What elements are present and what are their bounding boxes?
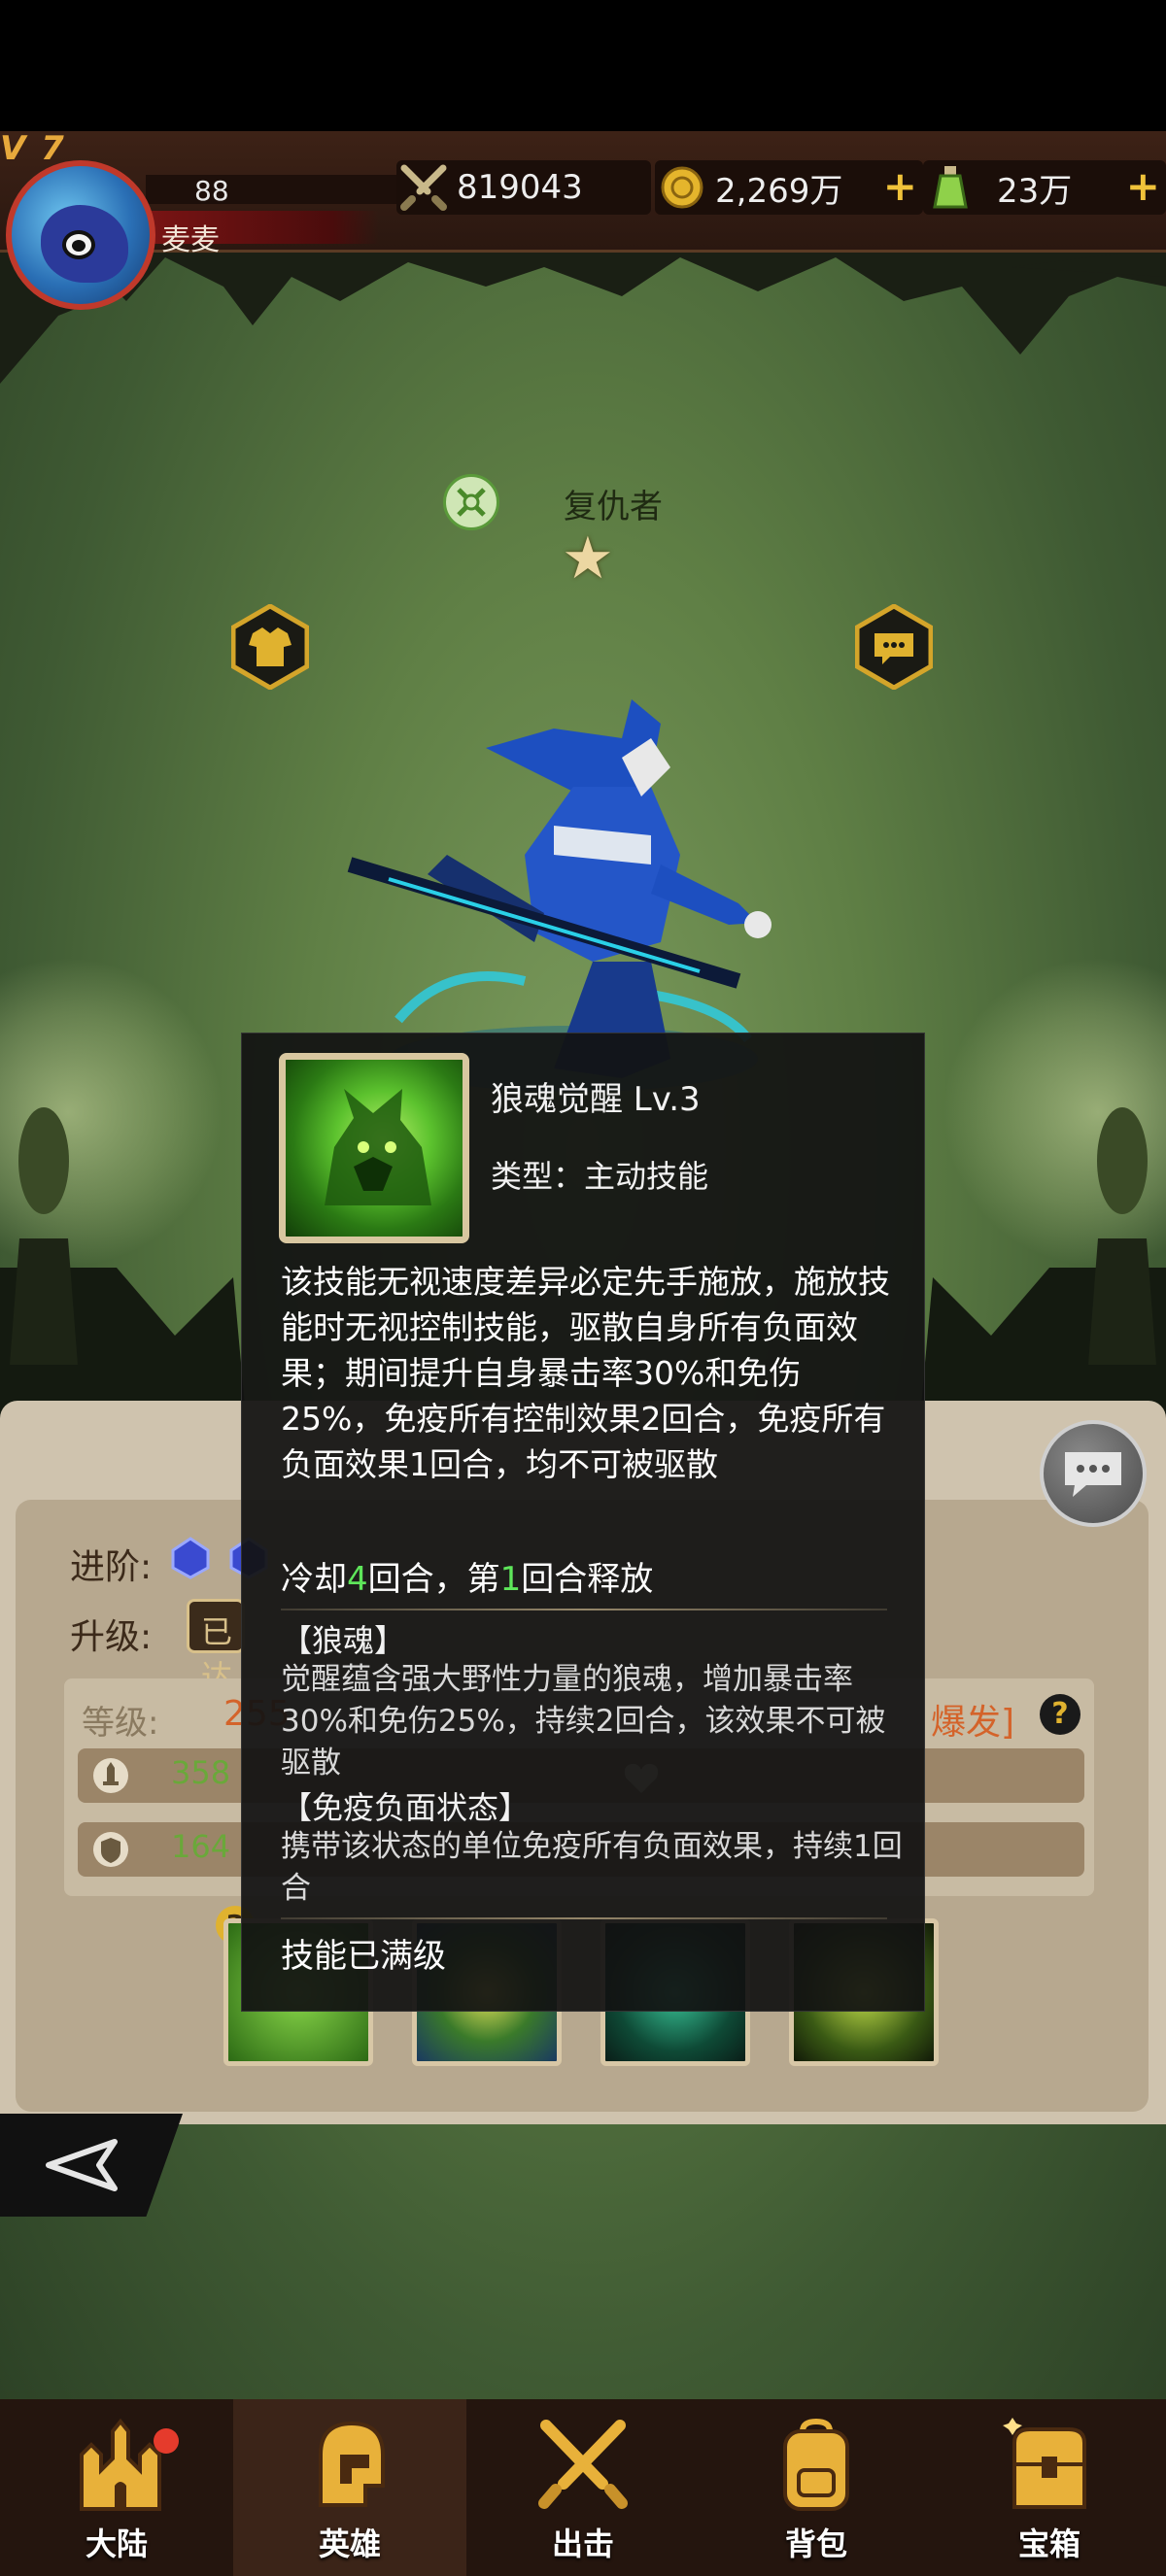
nav-item-battle[interactable]: 出击 bbox=[466, 2399, 700, 2576]
level-strip bbox=[146, 175, 398, 204]
divider bbox=[281, 1917, 887, 1919]
nav-item-continent[interactable]: 大陆 bbox=[0, 2399, 233, 2576]
vip-level: V 7 bbox=[0, 129, 66, 168]
power-display: 819043 bbox=[396, 160, 651, 215]
player-avatar[interactable] bbox=[6, 160, 155, 310]
nav-item-backpack[interactable]: 背包 bbox=[700, 2399, 933, 2576]
nav-label: 背包 bbox=[784, 2525, 847, 2562]
helmet-icon bbox=[296, 2411, 403, 2518]
effect-name: 【免疫负面状态】 bbox=[281, 1789, 531, 1826]
chat-button[interactable] bbox=[1040, 1420, 1147, 1527]
add-gold-button[interactable]: + bbox=[883, 164, 917, 209]
gold-coin-icon bbox=[655, 160, 709, 215]
back-arrow-icon bbox=[46, 2139, 118, 2191]
wolf-head-icon bbox=[286, 1060, 463, 1237]
crossed-swords-icon bbox=[396, 160, 451, 215]
upgrade-button[interactable]: 已达 bbox=[187, 1599, 245, 1695]
nav-label: 英雄 bbox=[318, 2525, 381, 2562]
add-potion-button[interactable]: + bbox=[1126, 164, 1160, 209]
advance-label: 进阶: bbox=[70, 1547, 153, 1587]
dialogue-button[interactable] bbox=[854, 603, 934, 691]
effect-name: 【狼魂】 bbox=[281, 1622, 406, 1659]
shield-icon bbox=[91, 1830, 130, 1869]
castle-icon bbox=[63, 2411, 170, 2518]
release-turn: 1 bbox=[499, 1560, 522, 1599]
cooldown-mid: 回合，第 bbox=[367, 1560, 500, 1599]
skill-tag: 爆发] bbox=[931, 1703, 1015, 1743]
skill-description: 该技能无视速度差异必定先手施放，施放技能时无视控制技能，驱散自身所有负面效果；期… bbox=[281, 1263, 890, 1483]
hero-class-name: 复仇者 bbox=[564, 488, 663, 526]
notification-dot bbox=[154, 2428, 179, 2454]
gold-value: 2,269万 bbox=[715, 171, 843, 211]
potion-value: 23万 bbox=[997, 171, 1073, 211]
cooldown-turns: 4 bbox=[347, 1560, 368, 1599]
upgrade-label: 升级: bbox=[70, 1617, 153, 1657]
potion-display: 23万 + bbox=[923, 160, 1166, 215]
star-icon: ★ bbox=[562, 525, 614, 593]
avatar-eye bbox=[62, 230, 95, 259]
bottom-nav: 大陆 英雄 出击 背包 宝箱 bbox=[0, 2399, 1166, 2576]
nav-label: 出击 bbox=[551, 2525, 614, 2562]
skill-type: 类型：主动技能 bbox=[491, 1158, 709, 1195]
help-icon[interactable]: ? bbox=[1040, 1694, 1080, 1735]
level-label: 等级: bbox=[82, 1704, 159, 1743]
skill-tooltip: 狼魂觉醒 Lv.3 类型：主动技能 该技能无视速度差异必定先手施放，施放技能时无… bbox=[241, 1033, 925, 2012]
effect-description: 觉醒蕴含强大野性力量的狼魂，增加暴击率30%和免伤25%，持续2回合，该效果不可… bbox=[281, 1662, 886, 1780]
nav-label: 大陆 bbox=[85, 2525, 148, 2562]
nav-item-treasure[interactable]: 宝箱 bbox=[933, 2399, 1166, 2576]
skill-title: 狼魂觉醒 Lv.3 bbox=[491, 1080, 701, 1119]
skill-icon bbox=[279, 1053, 469, 1243]
sword-icon bbox=[91, 1756, 130, 1795]
outfit-button[interactable] bbox=[230, 603, 310, 691]
skill-cooldown: 冷却4回合，第1回合释放 bbox=[281, 1552, 653, 1600]
potion-icon bbox=[923, 160, 977, 215]
cooldown-suffix: 回合释放 bbox=[521, 1560, 654, 1599]
defense-value: 164 bbox=[171, 1828, 231, 1865]
player-level: 88 bbox=[194, 175, 229, 207]
crossed-swords-icon bbox=[530, 2411, 636, 2518]
nav-label: 宝箱 bbox=[1017, 2525, 1080, 2562]
chat-icon bbox=[1065, 1452, 1121, 1497]
nav-item-heroes[interactable]: 英雄 bbox=[233, 2399, 466, 2576]
skill-maxed-status: 技能已满级 bbox=[281, 1937, 446, 1976]
player-name: 麦麦 bbox=[161, 223, 220, 257]
attack-value: 358 bbox=[171, 1754, 231, 1791]
status-bar-area bbox=[0, 0, 1166, 131]
shirt-icon bbox=[230, 603, 310, 691]
hero-class-icon bbox=[443, 474, 499, 530]
divider bbox=[281, 1609, 887, 1610]
power-value: 819043 bbox=[457, 168, 583, 207]
cooldown-prefix: 冷却 bbox=[281, 1560, 347, 1599]
gold-display: 2,269万 + bbox=[655, 160, 923, 215]
advance-gem-icon bbox=[171, 1537, 210, 1579]
speech-bubble-icon bbox=[854, 603, 934, 691]
backpack-icon bbox=[763, 2411, 870, 2518]
treasure-chest-icon bbox=[996, 2411, 1103, 2518]
effect-description: 携带该状态的单位免疫所有负面效果，持续1回合 bbox=[281, 1829, 903, 1906]
